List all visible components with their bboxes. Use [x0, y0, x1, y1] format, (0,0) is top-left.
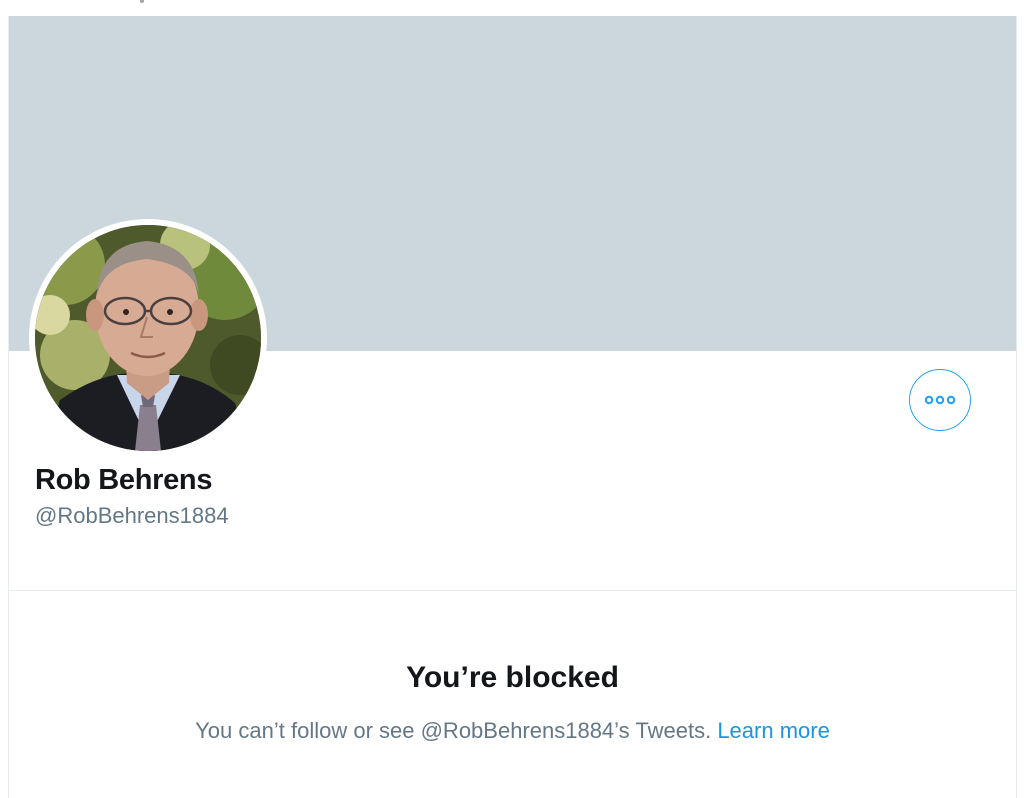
partial-text-fragment [140, 0, 144, 3]
user-handle: @RobBehrens1884 [35, 503, 229, 528]
blocked-title: You’re blocked [406, 661, 619, 694]
blocked-message-line: You can’t follow or see @RobBehrens1884’… [9, 716, 1016, 746]
avatar[interactable] [35, 225, 261, 451]
more-options-icon [924, 395, 956, 405]
learn-more-link[interactable]: Learn more [717, 718, 830, 743]
more-options-button[interactable] [909, 369, 971, 431]
blocked-message: You can’t follow or see @RobBehrens1884’… [195, 718, 712, 743]
profile-page: Rob Behrens @RobBehrens1884 You’re block… [0, 0, 1024, 798]
profile-photo-image [35, 225, 261, 451]
profile-column: Rob Behrens @RobBehrens1884 You’re block… [8, 16, 1017, 798]
top-strip [0, 0, 1024, 16]
display-name: Rob Behrens [35, 464, 213, 496]
blocked-notice: You’re blocked You can’t follow or see @… [9, 591, 1016, 798]
